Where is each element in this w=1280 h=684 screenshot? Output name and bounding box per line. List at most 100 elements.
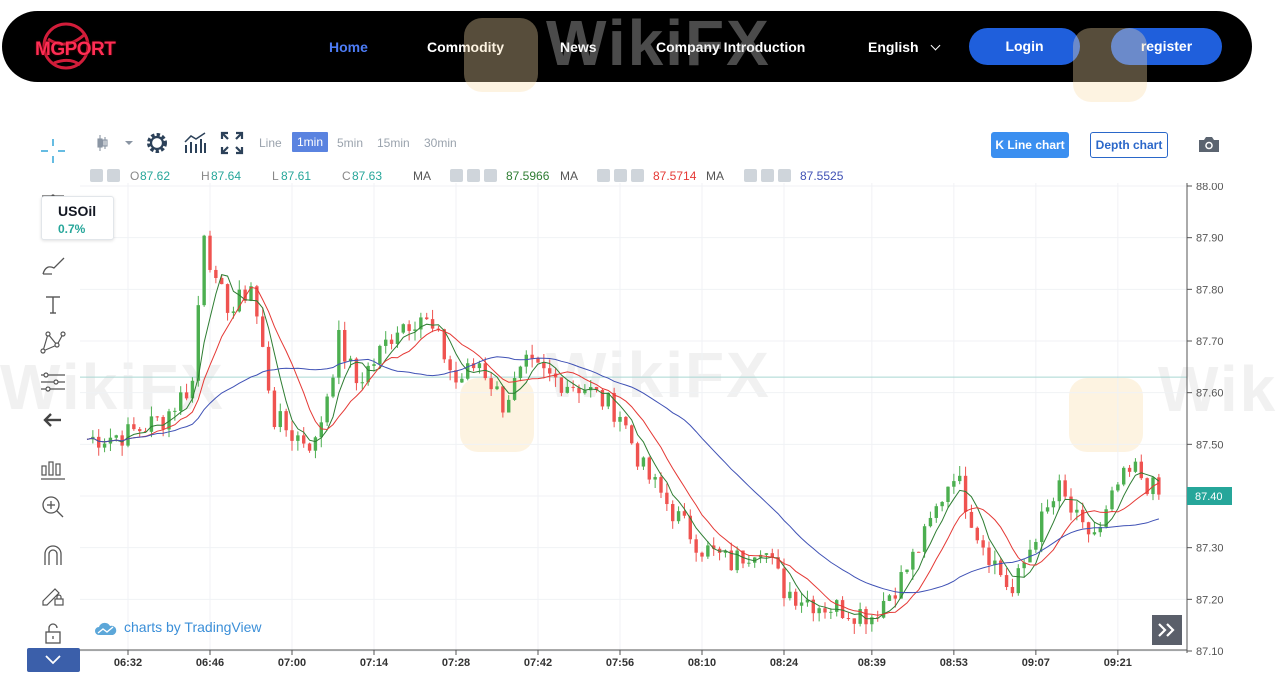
nav-home[interactable]: Home	[329, 39, 368, 55]
candle	[249, 282, 253, 302]
brand-logo[interactable]: MGPORT	[30, 17, 122, 75]
indicators-icon[interactable]	[183, 131, 207, 160]
depth-chart-button[interactable]: Depth chart	[1090, 132, 1168, 158]
candle	[940, 501, 944, 512]
toolbar-collapse-button[interactable]	[27, 648, 80, 672]
candle-body	[852, 618, 856, 624]
register-button[interactable]: register	[1111, 28, 1222, 65]
candle-body	[653, 477, 657, 480]
timeframe-30min[interactable]: 30min	[424, 136, 457, 150]
candle-body	[917, 551, 921, 553]
trend-line-icon[interactable]	[38, 177, 68, 198]
camera-icon[interactable]	[1198, 135, 1220, 158]
unlock-icon[interactable]	[38, 618, 68, 648]
candle-body	[630, 425, 634, 444]
text-tool-icon[interactable]	[38, 290, 68, 320]
timeframe-15min[interactable]: 15min	[377, 136, 410, 150]
gear-icon[interactable]	[614, 169, 627, 182]
candle-body	[969, 511, 974, 528]
ma1-label[interactable]: MA	[413, 169, 431, 183]
candle-body	[319, 422, 323, 438]
ruler-measure-icon[interactable]	[38, 454, 68, 484]
candle	[571, 380, 575, 392]
close-icon[interactable]	[484, 169, 497, 182]
timeframe-1min[interactable]: 1min	[292, 132, 329, 152]
candle-body	[313, 437, 318, 451]
k-line-chart-button[interactable]: K Line chart	[991, 132, 1069, 158]
gear-icon[interactable]	[107, 169, 120, 182]
ma2-label[interactable]: MA	[560, 169, 578, 183]
fibonacci-icon[interactable]	[38, 367, 68, 397]
open-value: 87.62	[140, 169, 171, 183]
arrow-left-icon[interactable]	[38, 405, 68, 435]
zoom-in-icon[interactable]	[38, 492, 68, 522]
lock-drawing-icon[interactable]	[38, 580, 68, 610]
eye-icon[interactable]	[90, 169, 103, 182]
candle	[138, 427, 142, 437]
candle	[1116, 481, 1120, 493]
candle	[1086, 521, 1091, 543]
close-icon[interactable]	[631, 169, 644, 182]
candle-body	[530, 354, 534, 359]
price-tick-label: 87.30	[1196, 543, 1224, 555]
candle	[536, 356, 540, 363]
scroll-to-realtime-button[interactable]	[1152, 615, 1182, 645]
candle-body	[1133, 461, 1138, 472]
candles-icon[interactable]	[93, 133, 135, 158]
close-icon[interactable]	[778, 169, 791, 182]
eye-icon[interactable]	[744, 169, 757, 182]
gear-icon[interactable]	[467, 169, 480, 182]
candle	[214, 265, 218, 284]
candle-body	[887, 595, 892, 601]
candle	[173, 407, 177, 421]
candle-body	[1139, 461, 1143, 479]
candle-body	[647, 457, 651, 480]
magnet-icon[interactable]	[38, 541, 68, 571]
nav-commodity[interactable]: Commodity	[427, 39, 504, 55]
candle-body	[1069, 496, 1073, 513]
candle	[946, 486, 950, 508]
candle	[1016, 564, 1020, 596]
settings-gear-icon[interactable]	[145, 131, 169, 160]
candle-body	[97, 436, 101, 448]
candle-body	[343, 329, 347, 362]
gear-icon[interactable]	[761, 169, 774, 182]
candle	[331, 374, 335, 399]
brush-icon[interactable]	[38, 252, 68, 282]
ma3-label[interactable]: MA	[706, 169, 724, 183]
candle	[542, 353, 546, 379]
candle	[313, 435, 318, 459]
candle-body	[278, 411, 282, 428]
nav-company-introduction[interactable]: Company Introduction	[656, 39, 805, 55]
tradingview-credit[interactable]: charts by TradingView	[94, 619, 261, 636]
eye-icon[interactable]	[597, 169, 610, 182]
chevron-down-icon	[45, 655, 61, 665]
candle	[132, 417, 136, 431]
language-selector[interactable]: English	[868, 39, 941, 55]
candle-body	[102, 443, 107, 448]
candle	[1122, 466, 1126, 487]
candle-body	[1004, 575, 1009, 588]
candle-body	[981, 540, 985, 548]
candle-body	[266, 346, 271, 391]
login-button[interactable]: Login	[969, 28, 1080, 65]
timeframe-5min[interactable]: 5min	[337, 136, 363, 150]
ma3-line	[86, 356, 1160, 594]
pattern-icon[interactable]	[38, 327, 68, 357]
candle	[120, 430, 124, 456]
candle	[1010, 578, 1015, 597]
candle-body	[1016, 568, 1020, 594]
eye-icon[interactable]	[450, 169, 463, 182]
candlestick-chart[interactable]: 87.10 87.20 87.30 87.40 87.50 87.60 87.70 87.80…	[80, 183, 1280, 668]
candle	[325, 393, 329, 426]
candle-body	[372, 364, 376, 366]
crosshair-icon[interactable]	[38, 136, 68, 166]
symbol-info-box[interactable]: USOil 0.7%	[41, 196, 114, 240]
fullscreen-icon[interactable]	[220, 131, 244, 160]
candle	[1057, 474, 1061, 510]
language-label: English	[868, 39, 919, 55]
candle	[296, 431, 300, 451]
nav-news[interactable]: News	[560, 39, 597, 55]
timeframe-line[interactable]: Line	[259, 136, 282, 150]
candle	[887, 593, 892, 602]
